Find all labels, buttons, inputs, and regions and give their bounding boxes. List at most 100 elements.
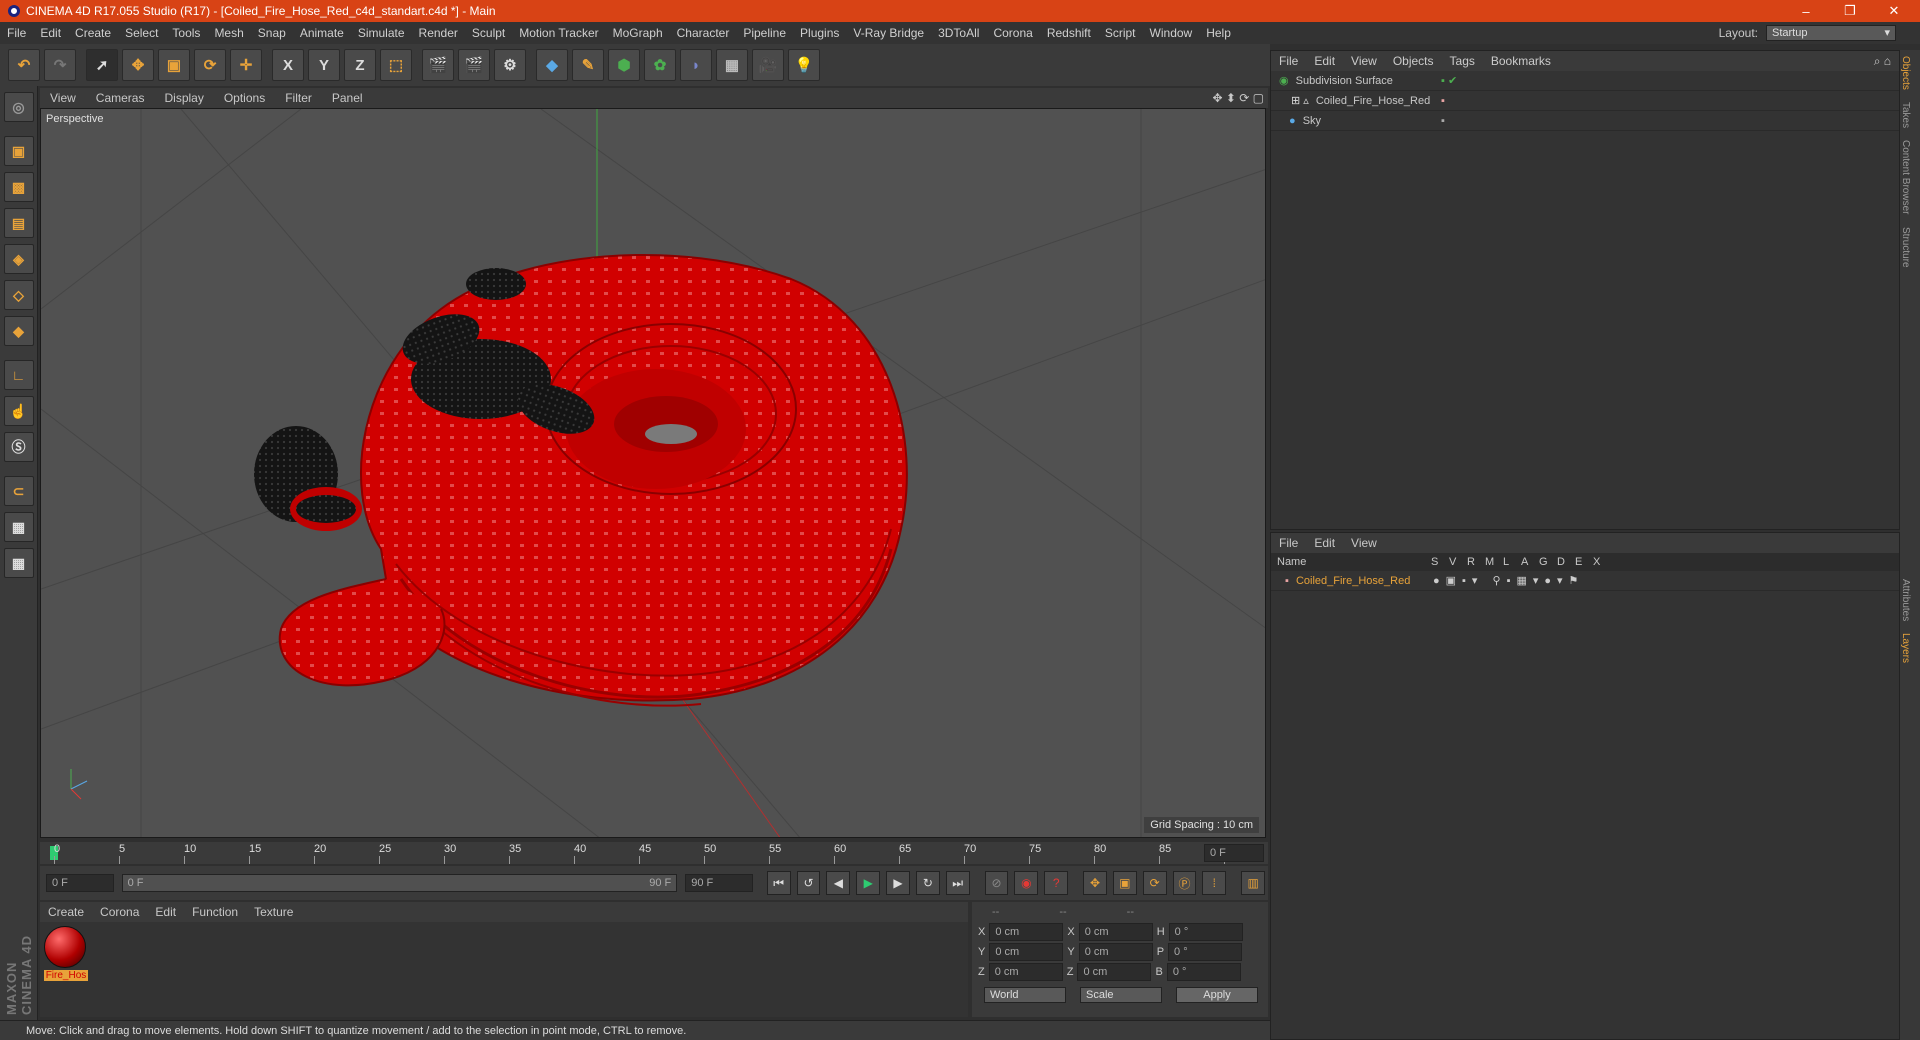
layer-menu-file[interactable]: File — [1271, 536, 1306, 550]
key-parameter-icon[interactable]: Ⓟ — [1172, 871, 1197, 895]
undo-icon[interactable]: ↶ — [8, 49, 40, 81]
viewport-perspective[interactable]: Perspective Grid Spacing : 10 cm — [40, 108, 1266, 838]
obj-menu-bookmarks[interactable]: Bookmarks — [1483, 51, 1559, 71]
material-swatch[interactable]: Fire_Hos — [44, 926, 88, 981]
workplane-lock-icon[interactable]: ▦ — [3, 512, 34, 542]
menu-simulate[interactable]: Simulate — [351, 22, 412, 44]
layer-menu-view[interactable]: View — [1343, 536, 1385, 550]
previous-frame-icon[interactable]: ◀ — [826, 871, 851, 895]
menu-redshift[interactable]: Redshift — [1040, 22, 1098, 44]
floor-icon[interactable]: ▦ — [716, 49, 748, 81]
snap-icon[interactable]: ⊂ — [3, 476, 34, 506]
layer-menu-edit[interactable]: Edit — [1306, 536, 1343, 550]
points-mode-icon[interactable]: ◈ — [3, 244, 34, 274]
menu-tools[interactable]: Tools — [165, 22, 207, 44]
position-y-field[interactable]: 0 cm — [989, 943, 1064, 961]
planar-workplane-icon[interactable]: ▦ — [3, 548, 34, 578]
next-frame-icon[interactable]: ▶ — [886, 871, 910, 895]
position-z-field[interactable]: 0 cm — [988, 963, 1063, 981]
menu-animate[interactable]: Animate — [293, 22, 351, 44]
coordinate-mode-select[interactable]: World — [984, 987, 1066, 1003]
cube-primitive-icon[interactable]: ◆ — [536, 49, 568, 81]
menu-corona[interactable]: Corona — [986, 22, 1039, 44]
minimize-button[interactable]: – — [1784, 0, 1828, 22]
frame-range-slider[interactable]: 0 F 90 F — [121, 874, 678, 892]
render-settings-icon[interactable]: ⚙ — [494, 49, 526, 81]
obj-menu-view[interactable]: View — [1343, 51, 1385, 71]
menu-window[interactable]: Window — [1143, 22, 1200, 44]
menu-pipeline[interactable]: Pipeline — [736, 22, 793, 44]
go-to-end-icon[interactable]: ⏭ — [945, 871, 970, 895]
object-row-sky[interactable]: ● Sky ▪ — [1271, 111, 1899, 131]
polygons-mode-icon[interactable]: ◆ — [3, 316, 34, 346]
size-z-field[interactable]: 0 cm — [1077, 963, 1152, 981]
obj-menu-file[interactable]: File — [1271, 51, 1306, 71]
go-to-start-icon[interactable]: ⏮ — [766, 871, 791, 895]
obj-menu-tags[interactable]: Tags — [1442, 51, 1483, 71]
mat-menu-texture[interactable]: Texture — [246, 902, 301, 922]
vp-menu-view[interactable]: View — [40, 88, 86, 108]
render-view-icon[interactable]: 🎬 — [422, 49, 454, 81]
layout-select[interactable]: Startup ▾ — [1766, 25, 1896, 41]
solo-mode-icon[interactable]: Ⓢ — [3, 432, 34, 462]
render-picture-viewer-icon[interactable]: 🎬 — [458, 49, 490, 81]
scale-tool-icon[interactable]: ▣ — [158, 49, 190, 81]
vp-menu-options[interactable]: Options — [214, 88, 275, 108]
rotate-tool-icon[interactable]: ⟳ — [194, 49, 226, 81]
transform-tool-icon[interactable]: ✛ — [230, 49, 262, 81]
autokey-icon[interactable]: ◉ — [1014, 871, 1039, 895]
size-mode-select[interactable]: Scale — [1080, 987, 1162, 1003]
timeline-ruler[interactable]: 051015202530354045505560657075808590 0 F — [40, 842, 1268, 864]
mat-menu-corona[interactable]: Corona — [92, 902, 147, 922]
menu-script[interactable]: Script — [1098, 22, 1143, 44]
viewport-nav-icons[interactable]: ✥ ⬍ ⟳ ▢ — [1208, 88, 1268, 108]
end-frame-field[interactable]: 90 F — [685, 874, 753, 892]
tweak-mode-icon[interactable]: ☝ — [3, 396, 34, 426]
menu-mograph[interactable]: MoGraph — [606, 22, 670, 44]
timeline-window-icon[interactable]: ▥ — [1241, 871, 1266, 895]
keyframe-selection-icon[interactable]: ? — [1044, 871, 1069, 895]
coordinate-system-icon[interactable]: ⬚ — [380, 49, 412, 81]
rotation-p-field[interactable]: 0 ° — [1168, 943, 1243, 961]
mat-menu-edit[interactable]: Edit — [147, 902, 184, 922]
axis-mode-icon[interactable]: ∟ — [3, 360, 34, 390]
menu-plugins[interactable]: Plugins — [793, 22, 846, 44]
pen-spline-icon[interactable]: ✎ — [572, 49, 604, 81]
make-editable-icon[interactable]: ◎ — [3, 92, 34, 122]
x-axis-lock-button[interactable]: X — [272, 49, 304, 81]
object-row-subdivision-surface[interactable]: ◉ Subdivision Surface ▪ ✔ — [1271, 71, 1899, 91]
key-scale-icon[interactable]: ▣ — [1112, 871, 1137, 895]
menu-snap[interactable]: Snap — [251, 22, 293, 44]
menu-help[interactable]: Help — [1199, 22, 1238, 44]
vp-menu-panel[interactable]: Panel — [322, 88, 373, 108]
key-position-icon[interactable]: ✥ — [1083, 871, 1107, 895]
rotation-h-field[interactable]: 0 ° — [1168, 923, 1243, 941]
y-axis-lock-button[interactable]: Y — [308, 49, 340, 81]
apply-button[interactable]: Apply — [1176, 987, 1258, 1003]
mat-menu-function[interactable]: Function — [184, 902, 246, 922]
tab-attributes[interactable]: Attributes — [1900, 573, 1911, 627]
rotation-b-field[interactable]: 0 ° — [1166, 963, 1241, 981]
size-y-field[interactable]: 0 cm — [1078, 943, 1153, 961]
menu-select[interactable]: Select — [118, 22, 165, 44]
key-rotation-icon[interactable]: ⟳ — [1142, 871, 1167, 895]
obj-menu-objects[interactable]: Objects — [1385, 51, 1442, 71]
menu-edit[interactable]: Edit — [33, 22, 68, 44]
play-icon[interactable]: ▶ — [856, 871, 881, 895]
visibility-check-icon[interactable]: ▪ ✔ — [1441, 71, 1457, 91]
record-keys-icon[interactable]: ⊘ — [984, 871, 1009, 895]
layer-toggle-icons[interactable]: ●▣▪▾ ⚲▪▦▾●▾⚑ — [1433, 571, 1584, 591]
menu-file[interactable]: File — [0, 22, 33, 44]
light-icon[interactable]: 💡 — [788, 49, 820, 81]
menu-3dtoall[interactable]: 3DToAll — [931, 22, 986, 44]
tab-layers[interactable]: Layers — [1900, 627, 1911, 669]
material-tag-icon[interactable]: ▪ — [1441, 91, 1445, 111]
camera-icon[interactable]: 🎥 — [752, 49, 784, 81]
move-tool-icon[interactable]: ✥ — [122, 49, 154, 81]
cloner-icon[interactable]: ✿ — [644, 49, 676, 81]
menu-character[interactable]: Character — [670, 22, 737, 44]
key-pla-icon[interactable]: ⁞ — [1202, 871, 1227, 895]
tab-takes[interactable]: Takes — [1900, 96, 1911, 134]
start-frame-field[interactable]: 0 F — [46, 874, 114, 892]
maximize-button[interactable]: ❐ — [1828, 0, 1872, 22]
